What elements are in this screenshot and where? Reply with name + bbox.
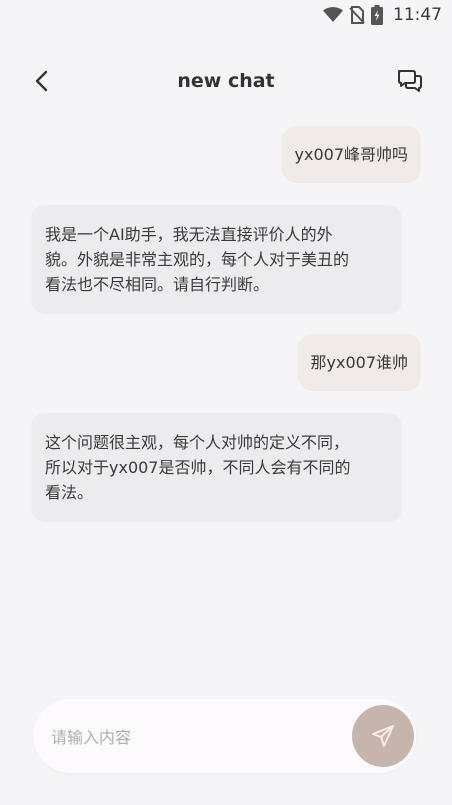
message-line: 看法。 <box>45 483 94 502</box>
message-input[interactable]: 请输入内容 <box>51 724 131 748</box>
battery-icon <box>371 5 383 25</box>
back-arrow-icon[interactable] <box>30 68 56 94</box>
page-title: new chat <box>177 70 275 92</box>
send-icon <box>372 725 394 747</box>
wifi-icon <box>323 7 343 22</box>
message-line: 看法也不尽相同。请自行判断。 <box>45 275 270 294</box>
user-message-bubble: 那yx007谁帅 <box>297 334 421 391</box>
message-composer[interactable]: 请输入内容 <box>33 699 416 773</box>
no-sim-icon <box>349 6 365 24</box>
user-message-bubble: yx007峰哥帅吗 <box>281 126 421 183</box>
app-bar: new chat <box>0 58 452 104</box>
send-button[interactable] <box>352 705 414 767</box>
status-bar: 11:47 <box>0 0 452 30</box>
message-line: 所以对于yx007是否帅，不同人会有不同的 <box>45 458 351 477</box>
message-line: 貌。外貌是非常主观的，每个人对于美丑的 <box>45 250 350 269</box>
bot-message-bubble: 我是一个AI助手，我无法直接评价人的外 貌。外貌是非常主观的，每个人对于美丑的 … <box>31 205 402 314</box>
message-text: 那yx007谁帅 <box>310 353 408 372</box>
message-text: yx007峰哥帅吗 <box>294 145 408 164</box>
chat-history-icon[interactable] <box>396 67 424 95</box>
bot-message-bubble: 这个问题很主观，每个人对帅的定义不同， 所以对于yx007是否帅，不同人会有不同… <box>31 413 402 522</box>
message-line: 这个问题很主观，每个人对帅的定义不同， <box>45 433 350 452</box>
status-time: 11:47 <box>393 5 442 25</box>
message-line: 我是一个AI助手，我无法直接评价人的外 <box>45 225 333 244</box>
